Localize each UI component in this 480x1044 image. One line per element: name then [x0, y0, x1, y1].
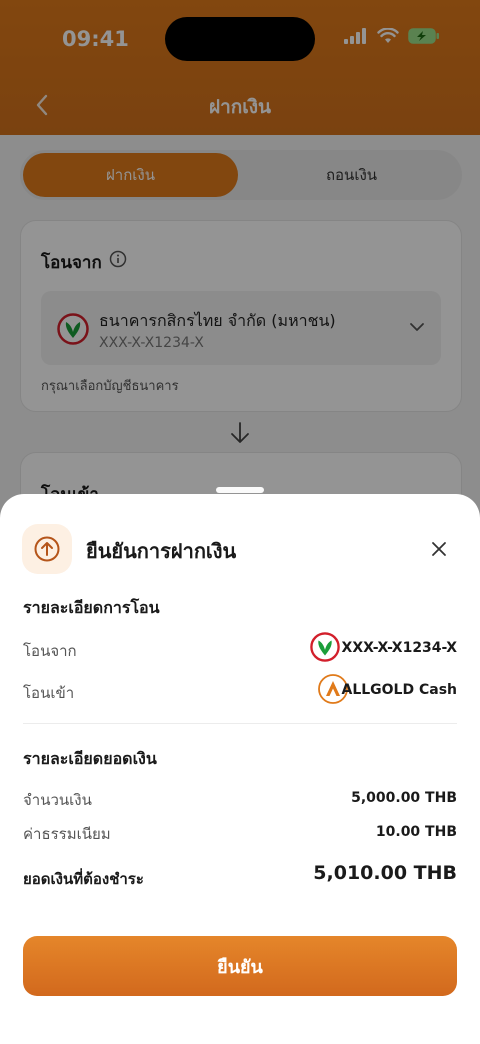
transfer-details-heading: รายละเอียดการโอน — [23, 598, 160, 617]
kbank-logo-icon — [310, 632, 340, 662]
total-value: 5,010.00 THB — [313, 862, 457, 884]
amount-label: จำนวนเงิน — [23, 791, 92, 809]
close-icon[interactable] — [428, 538, 450, 560]
total-label: ยอดเงินที่ต้องชำระ — [23, 870, 144, 888]
divider — [23, 723, 457, 724]
deposit-icon-badge — [22, 524, 72, 574]
amount-value: 5,000.00 THB — [351, 790, 457, 806]
to-label: โอนเข้า — [23, 684, 75, 702]
fee-value: 10.00 THB — [375, 824, 457, 840]
sheet-title: ยืนยันการฝากเงิน — [86, 539, 237, 563]
from-account-value: XXX-X-X1234-X — [341, 640, 457, 656]
confirm-deposit-sheet: ยืนยันการฝากเงิน รายละเอียดการโอน โอนจาก… — [0, 494, 480, 1044]
fee-label: ค่าธรรมเนียม — [23, 825, 111, 843]
amount-details-heading: รายละเอียดยอดเงิน — [23, 749, 157, 768]
arrow-up-circle-icon — [34, 536, 60, 562]
sheet-grabber[interactable] — [216, 487, 264, 493]
to-account-value: ALLGOLD Cash — [341, 682, 457, 698]
confirm-button[interactable]: ยืนยัน — [23, 936, 457, 996]
from-label: โอนจาก — [23, 642, 77, 660]
